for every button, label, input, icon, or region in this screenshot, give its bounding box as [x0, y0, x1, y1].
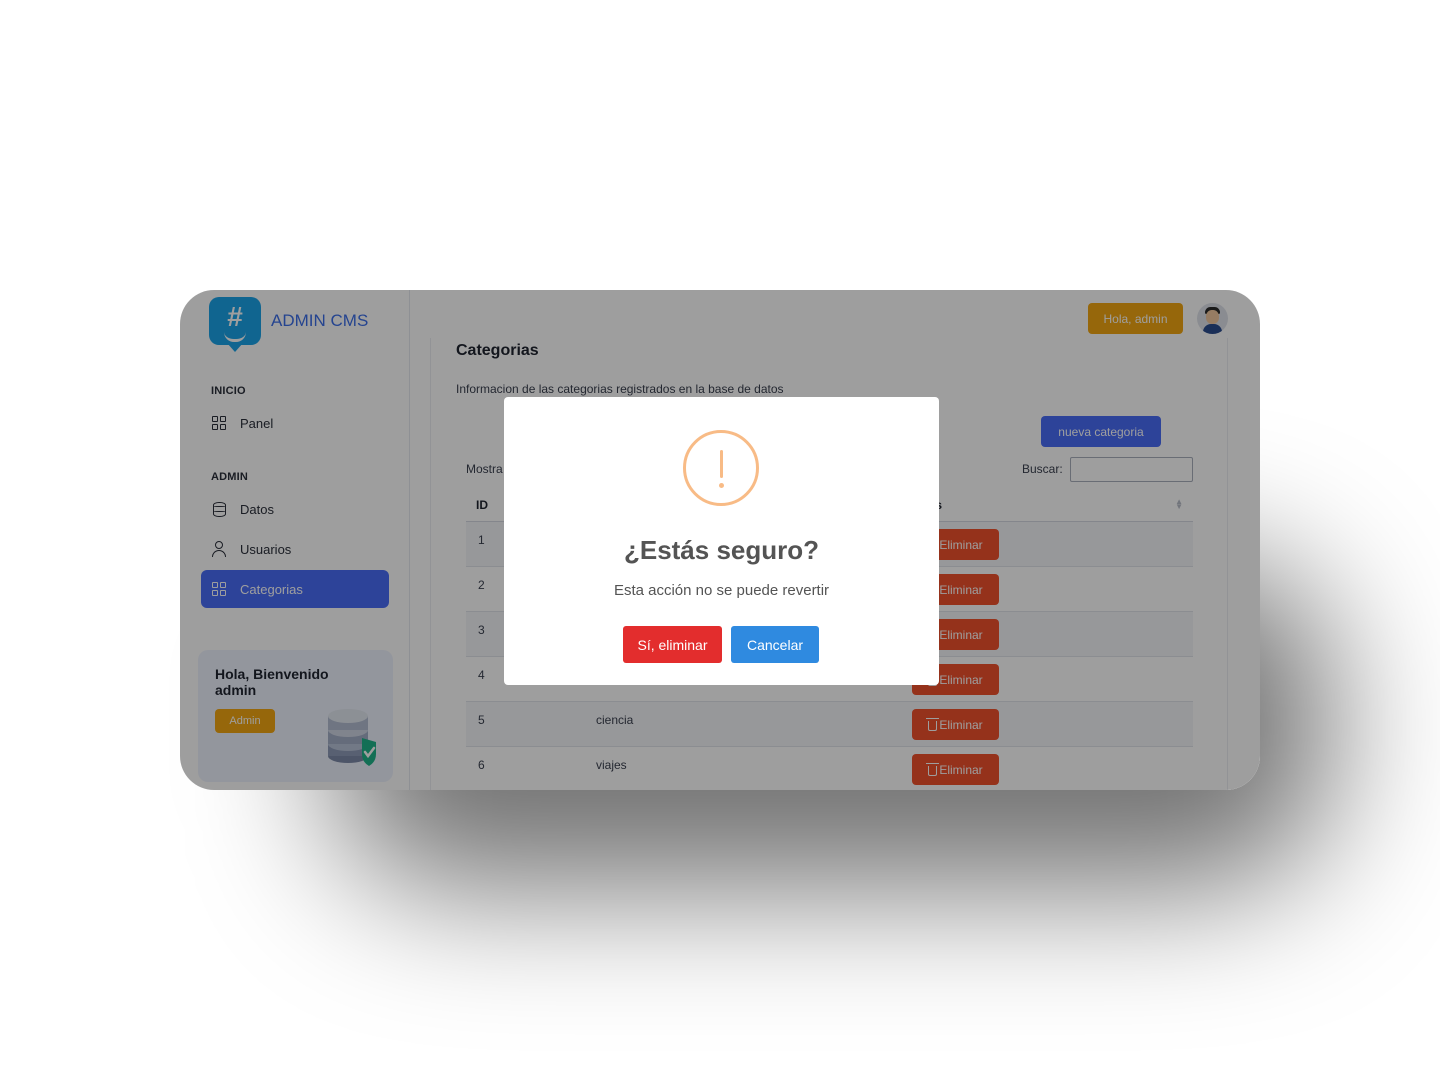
- cancel-button[interactable]: Cancelar: [731, 626, 819, 663]
- warning-icon: [683, 430, 759, 506]
- dialog-title: ¿Estás seguro?: [623, 535, 820, 565]
- confirm-dialog: ¿Estás seguro? Esta acción no se puede r…: [504, 397, 939, 685]
- dialog-message: Esta acción no se puede revertir: [613, 582, 830, 599]
- app-window: # ADMIN CMS INICIO Panel ADMIN Datos Usu…: [180, 290, 1260, 790]
- confirm-delete-button[interactable]: Sí, eliminar: [623, 626, 722, 663]
